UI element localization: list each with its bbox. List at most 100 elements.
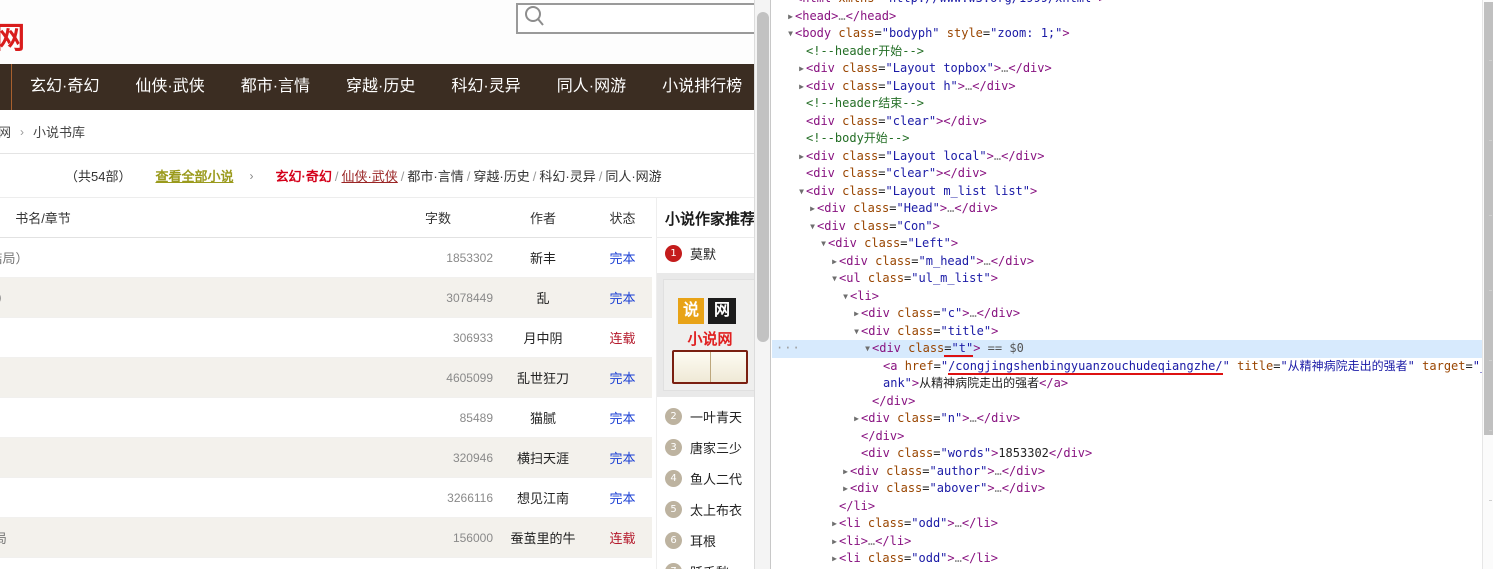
search-input[interactable] [544,5,770,32]
expand-toggle-icon[interactable] [797,113,806,131]
devtools-selected-node[interactable]: ··· ▼ <div class="t"> == $0 [772,340,1482,358]
expand-toggle-icon[interactable]: ▼ [819,235,828,253]
expand-toggle-icon[interactable]: ▶ [852,410,861,428]
devtools-tree-line[interactable]: ▶<li>…</li> [772,533,1482,551]
devtools-tree-line[interactable]: ▼ <div class="title"> [772,323,1482,341]
devtools-tree-line[interactable]: </div> [772,393,1482,411]
expand-toggle-icon[interactable]: ▼ [830,270,839,288]
nav-item-home[interactable]: 网 [0,64,13,110]
expand-toggle-icon[interactable] [874,358,883,376]
expand-toggle-icon[interactable]: ▶ [841,480,850,498]
table-row[interactable]: 大山在此[下载]第一千九百六十三章 大结局 4605099乱世狂刀 完本 [0,358,652,398]
sidebar-advertisement[interactable]: 说 网 小说网 [657,273,762,397]
breadcrumb-item-1[interactable]: 小说书库 [33,122,85,141]
table-row[interactable]: 庆余年[下载]第三十九章 望京 85489猫腻 完本 [0,398,652,438]
expand-toggle-icon[interactable]: ▶ [797,148,806,166]
latest-chapter-link[interactable]: 第674章 谢幕（大结局） [0,251,29,266]
list-item[interactable]: 4 鱼人二代 [657,463,762,494]
expand-toggle-icon[interactable]: ▶ [852,305,861,323]
expand-toggle-icon[interactable]: ▶ [797,78,806,96]
expand-toggle-icon[interactable]: ▶ [830,533,839,551]
expand-toggle-icon[interactable]: ▶ [808,200,817,218]
breadcrumb-item-0[interactable]: 网 [0,122,11,141]
view-all-link[interactable]: 查看全部小说 [155,166,233,185]
expand-toggle-icon[interactable] [797,130,806,148]
devtools-tree-line[interactable]: ▶ <div class="author">…</div> [772,463,1482,481]
author-cell[interactable]: 乱 [493,288,593,307]
expand-toggle-icon[interactable]: ▶ [841,463,850,481]
expand-toggle-icon[interactable]: ▼ [852,323,861,341]
latest-chapter-link[interactable]: 第五十八章 万古未有之变局 [0,531,7,546]
site-logo[interactable]: 说网 [0,13,27,57]
author-cell[interactable]: 猫腻 [493,408,593,427]
latest-chapter-link[interactable]: 第一百零七章 无人能敌【本卷终章】 [0,451,7,466]
expand-toggle-icon[interactable] [852,445,861,463]
devtools-tree-line[interactable]: ▼ <div class="Con"> [772,218,1482,236]
author-cell[interactable]: 想见江南 [493,488,593,507]
table-row[interactable]: 我的天道编辑器[下载]第五十八章 万古未有之变局 156000蚕茧里的牛 连载 [0,518,652,558]
expand-toggle-icon[interactable]: ▼ [786,25,795,43]
devtools-tree-line[interactable]: <!--header开始--> [772,43,1482,61]
table-row[interactable]: 从精神病院走出的强者[下载]第674章 谢幕（大结局） 1853302新丰 完本 [0,238,652,278]
devtools-tree-line[interactable]: ▶ <div class="Head">…</div> [772,200,1482,218]
author-name-link[interactable]: 一叶青天 [690,407,742,426]
nav-item-4[interactable]: 科幻·灵异 [433,64,538,110]
page-scrollbar-thumb[interactable] [757,12,769,342]
devtools-tree-line[interactable]: ▶ <li class="odd">…</li> [772,550,1482,568]
category-link-5[interactable]: 同人·网游 [605,169,661,184]
author-name-link[interactable]: 唐家三少 [690,438,742,457]
devtools-tree-line[interactable]: <!--header结束--> [772,95,1482,113]
devtools-tree-line[interactable]: <a href="/congjingshenbingyuanzouchudeqi… [772,358,1482,376]
nav-item-6[interactable]: 小说排行榜 [644,64,760,110]
expand-toggle-icon[interactable]: ▼ [808,218,817,236]
devtools-tree-line[interactable]: ▼ <div class="Left"> [772,235,1482,253]
author-name-link[interactable]: 太上布衣 [690,500,742,519]
nav-item-1[interactable]: 仙侠·武侠 [117,64,222,110]
author-cell[interactable]: 月中阴 [493,328,593,347]
devtools-tree-line[interactable]: ▶ <li class="odd">…</li> [772,515,1482,533]
search-box[interactable] [516,3,770,34]
devtools-tree-line[interactable]: ank">从精神病院走出的强者</a> [772,375,1482,393]
author-name-link[interactable]: 鱼人二代 [690,469,742,488]
author-cell[interactable]: 蚕茧里的牛 [493,528,593,547]
nav-item-0[interactable]: 玄幻·奇幻 [12,64,117,110]
devtools-scrollbar-thumb[interactable] [1484,2,1493,435]
expand-toggle-icon[interactable]: ▶ [830,550,839,568]
devtools-tree-line[interactable]: ▶ <div class="Layout local">…</div> [772,148,1482,166]
category-link-2[interactable]: 都市·言情 [407,169,463,184]
devtools-tree-line[interactable]: </li> [772,498,1482,516]
devtools-tree-line[interactable]: ▶ <head>…</head> [772,8,1482,26]
devtools-tree-line[interactable]: <!--body开始--> [772,130,1482,148]
expand-toggle-icon[interactable] [786,0,795,8]
devtools-vertical-scrollbar[interactable] [1482,0,1493,569]
nav-item-3[interactable]: 穿越·历史 [328,64,433,110]
list-item[interactable]: 5 太上布衣 [657,494,762,525]
latest-chapter-link[interactable]: 第1534章 最后一道苍劫（大结局） [0,291,10,306]
table-row[interactable]: 诡秘之主[下载]第二百零四章 狂奔3860020爱潜水的乌贼连载 [0,558,652,569]
author-cell[interactable]: 乱世狂刀 [493,368,593,387]
devtools-tree-line[interactable]: ▼ <li> [772,288,1482,306]
list-item[interactable]: 1 莫默 [657,238,762,269]
expand-toggle-icon[interactable] [797,43,806,61]
devtools-tree-line[interactable]: ▶ <div class="abover">…</div> [772,480,1482,498]
author-name-link[interactable]: 耳根 [690,531,716,550]
devtools-tree-line[interactable]: ▼ <body class="bodyph" style="zoom: 1;"> [772,25,1482,43]
expand-toggle-icon[interactable]: ▶ [830,253,839,271]
devtools-tree-line[interactable]: <div class="clear"></div> [772,165,1482,183]
author-cell[interactable]: 新丰 [493,248,593,267]
devtools-tree-line[interactable]: ▼ <div class="Layout m_list list"> [772,183,1482,201]
list-item[interactable]: 6 耳根 [657,525,762,556]
table-row[interactable]: 我从凡间来（这个修士很危险）[下载]大结局 3266116想见江南 完本 [0,478,652,518]
devtools-tree-line[interactable]: ▶ <div class="n">…</div> [772,410,1482,428]
nav-item-2[interactable]: 都市·言情 [223,64,328,110]
author-cell[interactable]: 横扫天涯 [493,448,593,467]
devtools-tree-line[interactable]: <div class="clear"></div> [772,113,1482,131]
category-link-1[interactable]: 仙侠·武侠 [341,169,397,184]
devtools-tree-line[interactable]: ▶ <div class="Layout h">…</div> [772,78,1482,96]
devtools-tree-line[interactable]: </div> [772,428,1482,446]
expand-toggle-icon[interactable]: ▼ [863,340,872,358]
expand-toggle-icon[interactable] [797,165,806,183]
category-link-0[interactable]: 玄幻·奇幻 [275,169,331,184]
category-link-3[interactable]: 穿越·历史 [473,169,529,184]
expand-toggle-icon[interactable]: ▶ [786,8,795,26]
